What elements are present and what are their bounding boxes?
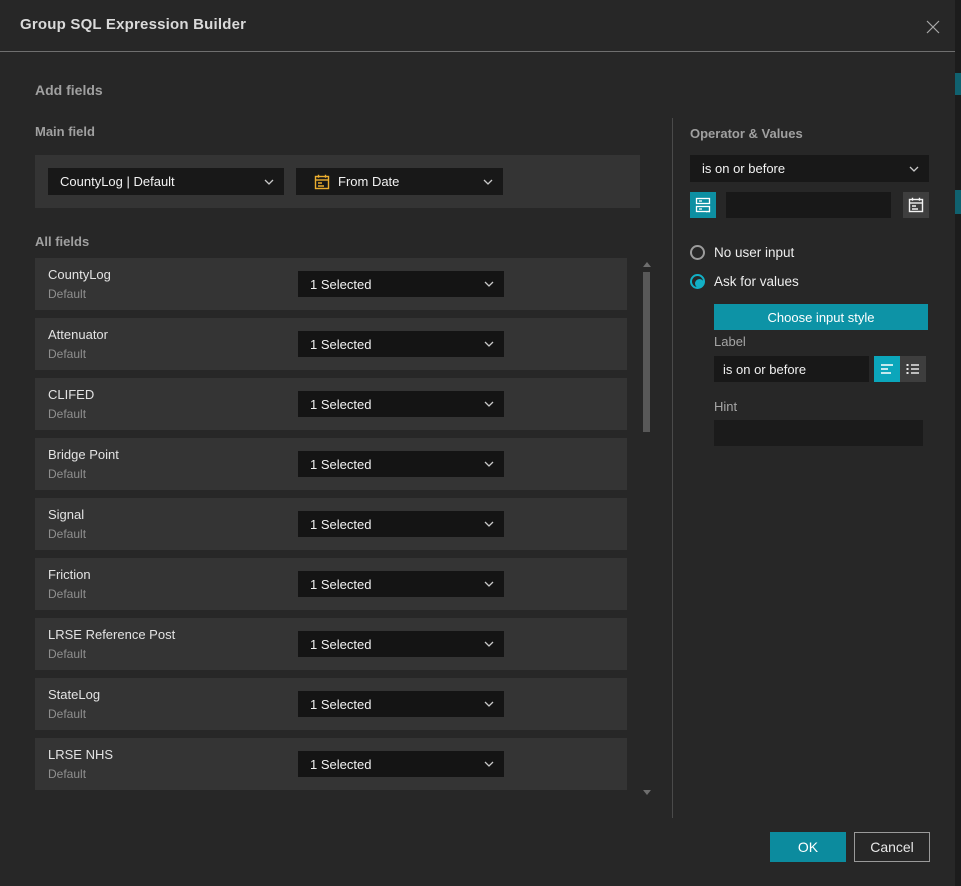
field-row: StateLog Default 1 Selected (35, 678, 627, 730)
field-selection-dropdown[interactable]: 1 Selected (298, 751, 504, 777)
value-input-row (690, 192, 929, 218)
field-selection-dropdown[interactable]: 1 Selected (298, 691, 504, 717)
radio-no-user-input[interactable]: No user input (690, 245, 794, 260)
field-subtitle: Default (48, 707, 86, 721)
chevron-down-icon (484, 581, 494, 587)
triangle-up-icon (643, 262, 651, 267)
operator-values-heading: Operator & Values (690, 126, 803, 141)
radio-circle-checked-icon (690, 274, 705, 289)
field-selection-dropdown[interactable]: 1 Selected (298, 391, 504, 417)
field-row: Friction Default 1 Selected (35, 558, 627, 610)
main-field-select-value: From Date (338, 174, 477, 189)
align-left-icon (879, 361, 895, 377)
chevron-down-icon (484, 281, 494, 287)
set-values-button[interactable] (690, 192, 716, 218)
input-style-single-line-button[interactable] (874, 356, 900, 382)
close-icon (925, 19, 941, 35)
chevron-down-icon (484, 701, 494, 707)
add-fields-heading: Add fields (35, 82, 103, 98)
field-selection-dropdown[interactable]: 1 Selected (298, 331, 504, 357)
field-subtitle: Default (48, 647, 86, 661)
radio-label: No user input (714, 245, 794, 260)
triangle-down-icon (643, 790, 651, 795)
field-name: Friction (48, 567, 91, 582)
layer-select[interactable]: CountyLog | Default (48, 168, 284, 195)
field-name: LRSE Reference Post (48, 627, 175, 642)
group-sql-expression-builder-dialog: Group SQL Expression Builder Add fields … (0, 0, 961, 886)
operator-select[interactable]: is on or before (690, 155, 929, 182)
main-field-panel: CountyLog | Default From Date (35, 155, 640, 208)
ok-button[interactable]: OK (770, 832, 846, 862)
field-subtitle: Default (48, 467, 86, 481)
panel-divider (672, 118, 673, 818)
field-name: Signal (48, 507, 84, 522)
field-subtitle: Default (48, 347, 86, 361)
field-selection-dropdown[interactable]: 1 Selected (298, 271, 504, 297)
field-subtitle: Default (48, 587, 86, 601)
bulleted-list-icon (905, 361, 921, 377)
choose-input-style-button[interactable]: Choose input style (714, 304, 928, 330)
scrollbar-up-arrow[interactable] (641, 260, 653, 268)
field-row: LRSE Reference Post Default 1 Selected (35, 618, 627, 670)
field-selection-dropdown[interactable]: 1 Selected (298, 511, 504, 537)
chevron-down-icon (484, 401, 494, 407)
dialog-title: Group SQL Expression Builder (20, 16, 246, 33)
chevron-down-icon (484, 521, 494, 527)
field-row: CLIFED Default 1 Selected (35, 378, 627, 430)
field-subtitle: Default (48, 767, 86, 781)
chevron-down-icon (264, 179, 274, 185)
chevron-down-icon (484, 641, 494, 647)
field-name: CountyLog (48, 267, 111, 282)
chevron-down-icon (484, 341, 494, 347)
close-button[interactable] (923, 17, 943, 37)
calendar-icon (908, 197, 924, 213)
scrollbar-thumb[interactable] (643, 272, 650, 432)
date-picker-button[interactable] (903, 192, 929, 218)
value-input[interactable] (726, 192, 891, 218)
chevron-down-icon (483, 179, 493, 185)
main-field-heading: Main field (35, 124, 95, 139)
field-row: LRSE NHS Default 1 Selected (35, 738, 627, 790)
main-field-select[interactable]: From Date (296, 168, 503, 195)
chevron-down-icon (909, 166, 919, 172)
field-name: LRSE NHS (48, 747, 113, 762)
field-name: Bridge Point (48, 447, 119, 462)
chevron-down-icon (484, 461, 494, 467)
radio-ask-for-values[interactable]: Ask for values (690, 274, 799, 289)
field-row: Signal Default 1 Selected (35, 498, 627, 550)
field-subtitle: Default (48, 527, 86, 541)
operator-select-value: is on or before (702, 161, 903, 176)
field-row: Bridge Point Default 1 Selected (35, 438, 627, 490)
field-name: Attenuator (48, 327, 108, 342)
field-subtitle: Default (48, 287, 86, 301)
label-field-label: Label (714, 334, 746, 349)
hint-input[interactable] (714, 420, 923, 446)
hint-field-label: Hint (714, 399, 737, 414)
field-name: StateLog (48, 687, 100, 702)
field-name: CLIFED (48, 387, 94, 402)
field-row: Attenuator Default 1 Selected (35, 318, 627, 370)
layer-select-value: CountyLog | Default (60, 174, 258, 189)
stacked-values-icon (695, 197, 711, 213)
all-fields-heading: All fields (35, 234, 89, 249)
dialog-header: Group SQL Expression Builder (0, 0, 955, 52)
field-selection-dropdown[interactable]: 1 Selected (298, 571, 504, 597)
field-selection-dropdown[interactable]: 1 Selected (298, 631, 504, 657)
label-input[interactable] (714, 356, 869, 382)
radio-label: Ask for values (714, 274, 799, 289)
background-accent-sliver (955, 190, 961, 214)
calendar-icon (308, 174, 330, 190)
field-selection-dropdown[interactable]: 1 Selected (298, 451, 504, 477)
background-app-edge (955, 0, 961, 886)
background-accent-sliver (955, 73, 961, 95)
cancel-button[interactable]: Cancel (854, 832, 930, 862)
chevron-down-icon (484, 761, 494, 767)
scrollbar-down-arrow[interactable] (641, 788, 653, 796)
field-row: CountyLog Default 1 Selected (35, 258, 627, 310)
all-fields-list: CountyLog Default 1 Selected Attenuator … (35, 258, 627, 790)
radio-circle-icon (690, 245, 705, 260)
field-subtitle: Default (48, 407, 86, 421)
input-style-list-button[interactable] (900, 356, 926, 382)
